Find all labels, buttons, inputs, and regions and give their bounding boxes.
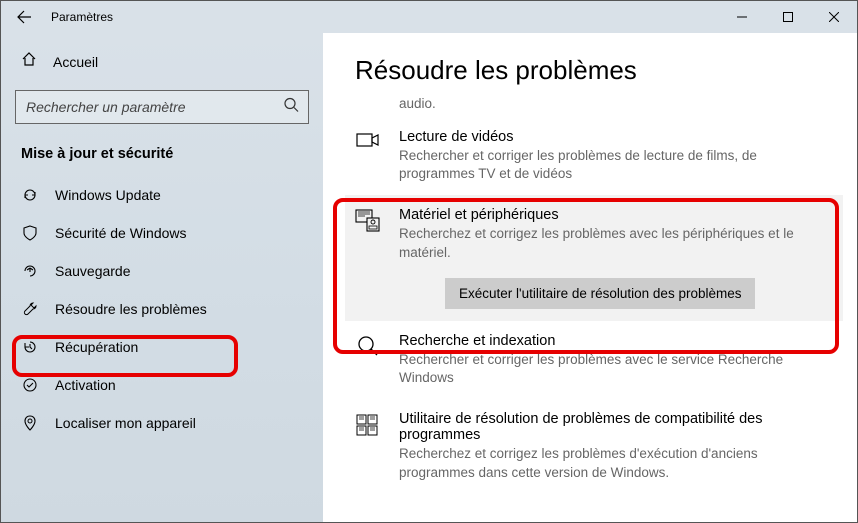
- search-input[interactable]: [15, 90, 309, 124]
- maximize-icon: [783, 12, 793, 22]
- sync-icon: [21, 186, 39, 204]
- window-title: Paramètres: [51, 10, 113, 24]
- troubleshooter-program-compat[interactable]: Utilitaire de résolution de problèmes de…: [355, 399, 833, 493]
- close-button[interactable]: [811, 1, 857, 33]
- search-icon: [283, 97, 299, 118]
- ts-title: Lecture de vidéos: [399, 129, 833, 145]
- back-button[interactable]: [15, 8, 33, 26]
- ts-title: Recherche et indexation: [399, 333, 833, 349]
- troubleshooter-search-indexing[interactable]: Recherche et indexation Rechercher et co…: [355, 321, 833, 399]
- sidebar-item-label: Windows Update: [55, 187, 161, 203]
- ts-title: Matériel et périphériques: [399, 207, 833, 223]
- activation-icon: [21, 376, 39, 394]
- sidebar-item-label: Sauvegarde: [55, 263, 131, 279]
- recovery-icon: [21, 338, 39, 356]
- sidebar: Accueil Mise à jour et sécurité Windows …: [1, 33, 323, 522]
- home-nav[interactable]: Accueil: [1, 43, 323, 80]
- ts-desc: Recherchez et corrigez les problèmes ave…: [399, 225, 833, 261]
- sidebar-item-label: Résoudre les problèmes: [55, 301, 207, 317]
- ts-title: Utilitaire de résolution de problèmes de…: [399, 411, 833, 443]
- sidebar-item-label: Sécurité de Windows: [55, 225, 187, 241]
- scroll-tail-text: audio.: [399, 96, 833, 111]
- minimize-button[interactable]: [719, 1, 765, 33]
- sidebar-item-windows-security[interactable]: Sécurité de Windows: [1, 214, 323, 252]
- sidebar-item-label: Activation: [55, 377, 116, 393]
- sidebar-item-troubleshoot[interactable]: Résoudre les problèmes: [1, 290, 323, 328]
- hardware-icon: [355, 209, 381, 235]
- ts-desc: Rechercher et corriger les problèmes de …: [399, 147, 833, 183]
- sidebar-item-activation[interactable]: Activation: [1, 366, 323, 404]
- program-compat-icon: [355, 413, 381, 439]
- home-icon: [21, 51, 37, 72]
- ts-desc: Recherchez et corrigez les problèmes d'e…: [399, 445, 833, 481]
- minimize-icon: [737, 12, 747, 22]
- troubleshooter-video-playback[interactable]: Lecture de vidéos Rechercher et corriger…: [355, 117, 833, 195]
- sidebar-item-recovery[interactable]: Récupération: [1, 328, 323, 366]
- sidebar-item-label: Localiser mon appareil: [55, 415, 196, 431]
- sidebar-item-find-device[interactable]: Localiser mon appareil: [1, 404, 323, 442]
- home-label: Accueil: [53, 54, 98, 70]
- maximize-button[interactable]: [765, 1, 811, 33]
- arrow-left-icon: [16, 9, 32, 25]
- location-icon: [21, 414, 39, 432]
- search-wrap: [15, 90, 309, 124]
- main-content: Résoudre les problèmes audio. Lecture de…: [323, 33, 857, 522]
- sidebar-item-backup[interactable]: Sauvegarde: [1, 252, 323, 290]
- sidebar-item-label: Récupération: [55, 339, 138, 355]
- sidebar-item-windows-update[interactable]: Windows Update: [1, 176, 323, 214]
- ts-desc: Rechercher et corriger les problèmes ave…: [399, 351, 833, 387]
- close-icon: [829, 12, 839, 22]
- search-icon: [355, 335, 381, 361]
- troubleshooter-hardware[interactable]: Matériel et périphériques Recherchez et …: [345, 195, 843, 320]
- backup-icon: [21, 262, 39, 280]
- section-header: Mise à jour et sécurité: [1, 138, 323, 176]
- shield-icon: [21, 224, 39, 242]
- video-icon: [355, 131, 381, 157]
- run-troubleshooter-button[interactable]: Exécuter l'utilitaire de résolution des …: [445, 278, 755, 309]
- page-title: Résoudre les problèmes: [355, 55, 833, 86]
- wrench-icon: [21, 300, 39, 318]
- titlebar: Paramètres: [1, 1, 857, 33]
